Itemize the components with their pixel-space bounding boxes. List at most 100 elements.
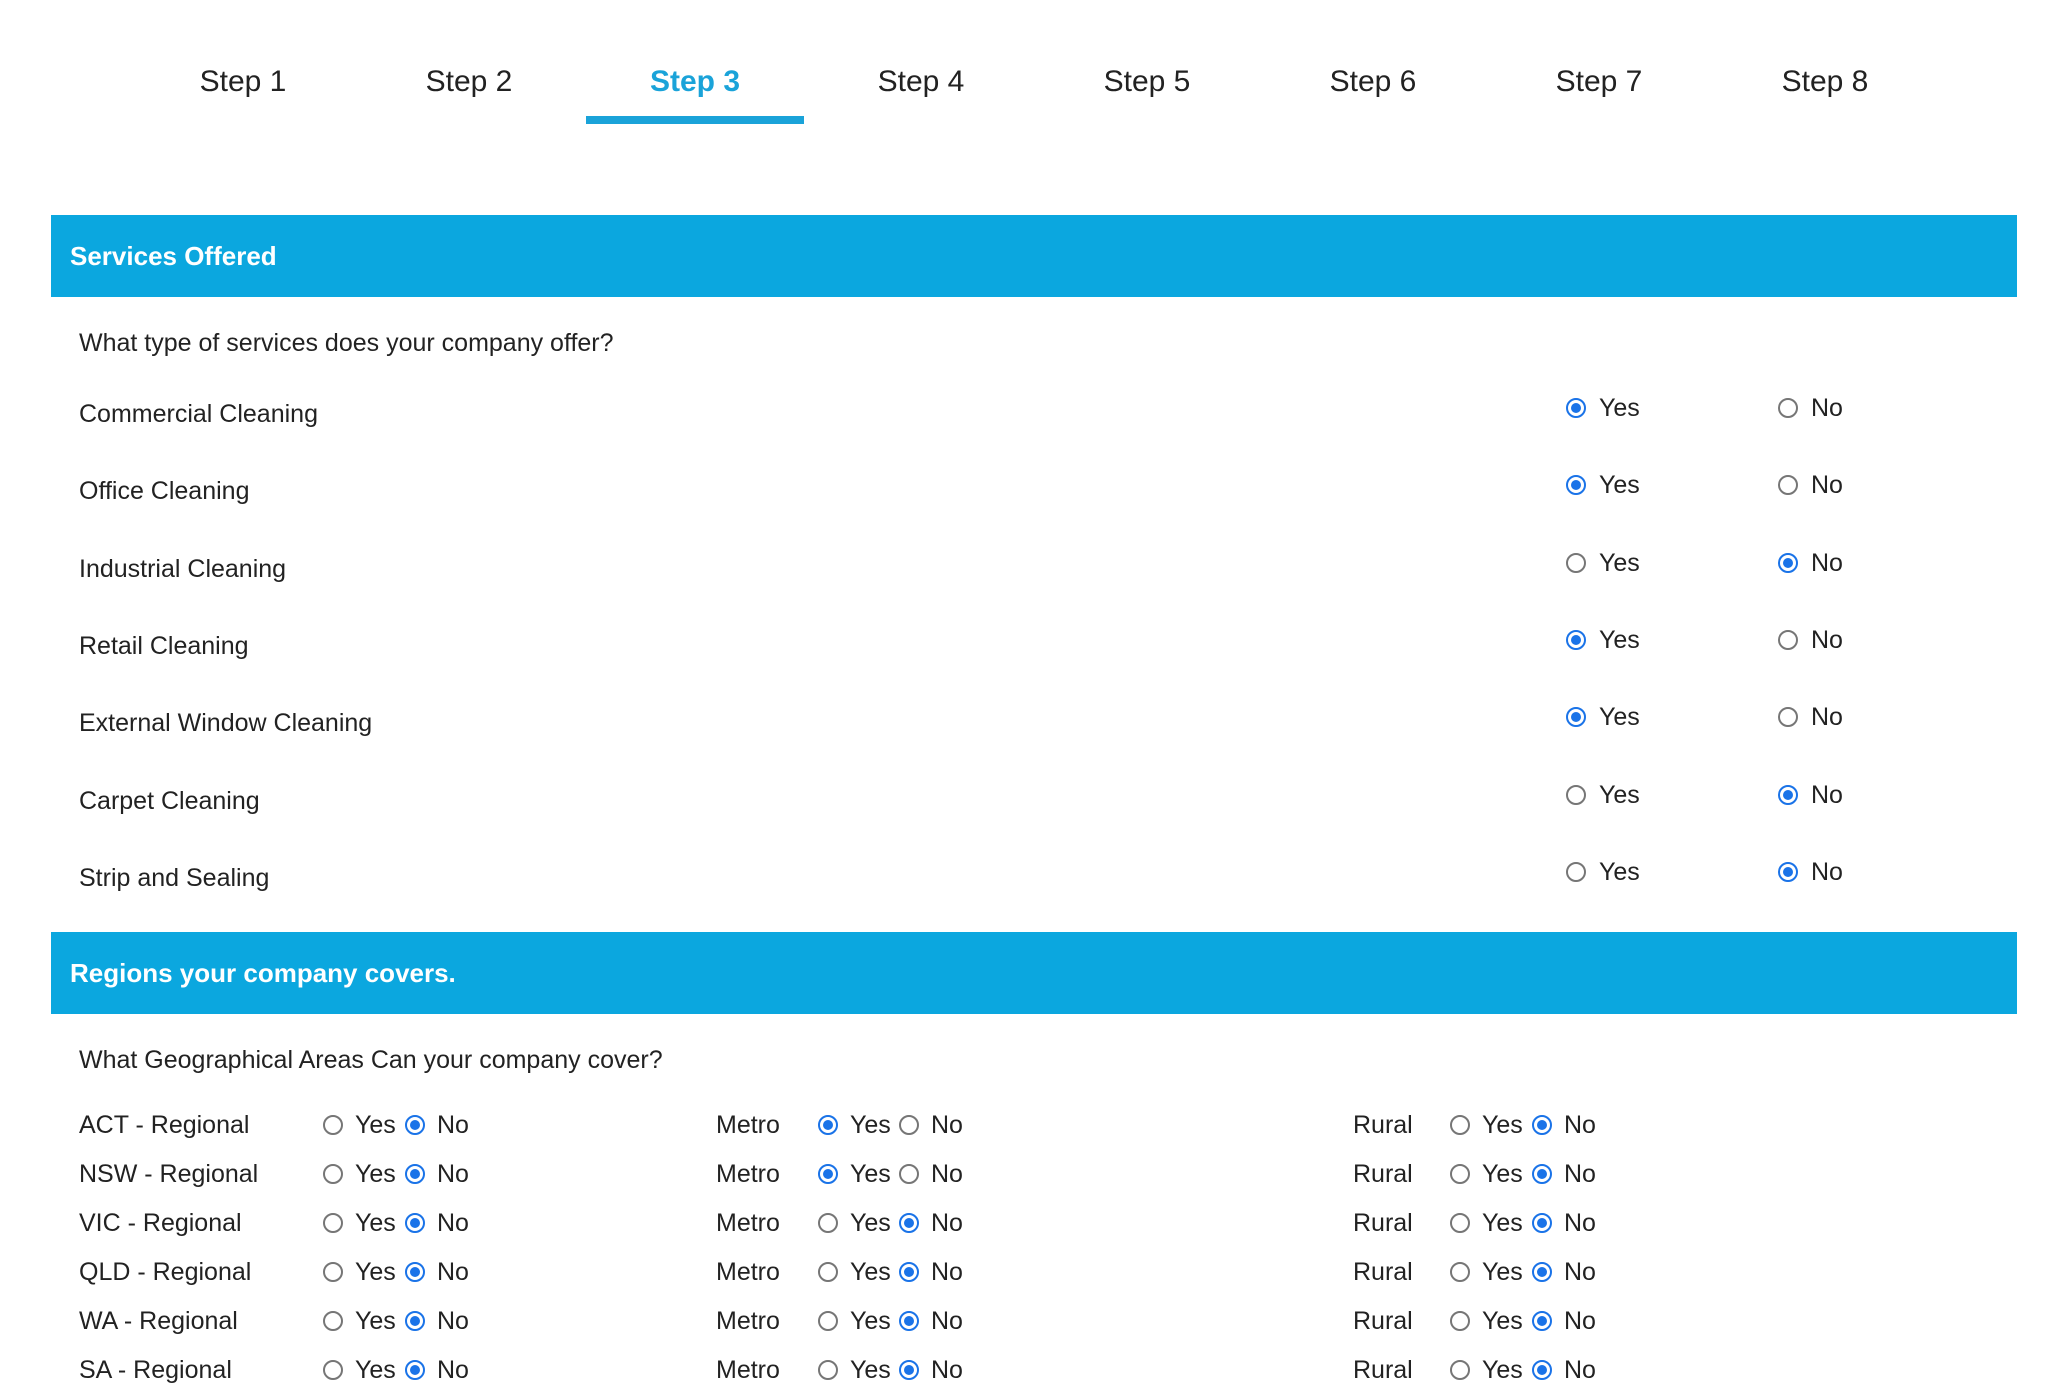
rural-no-option[interactable]: No bbox=[1532, 1110, 1596, 1140]
metro-yes-option[interactable]: Yes bbox=[818, 1306, 891, 1336]
metro-yes-option[interactable]: Yes bbox=[818, 1208, 891, 1238]
regional-yes-option[interactable]: Yes bbox=[323, 1355, 396, 1385]
rural-no-radio[interactable] bbox=[1532, 1164, 1552, 1184]
service-no-radio[interactable] bbox=[1778, 475, 1798, 495]
metro-no-radio[interactable] bbox=[899, 1164, 919, 1184]
rural-no-radio[interactable] bbox=[1532, 1115, 1552, 1135]
service-yes-option[interactable]: Yes bbox=[1566, 470, 1640, 500]
service-no-radio[interactable] bbox=[1778, 707, 1798, 727]
rural-yes-radio[interactable] bbox=[1450, 1164, 1470, 1184]
regional-no-radio[interactable] bbox=[405, 1213, 425, 1233]
tab-step-7[interactable]: Step 7 bbox=[1490, 52, 1708, 124]
rural-yes-radio[interactable] bbox=[1450, 1115, 1470, 1135]
rural-yes-option[interactable]: Yes bbox=[1450, 1257, 1523, 1287]
metro-yes-option[interactable]: Yes bbox=[818, 1355, 891, 1385]
metro-yes-radio[interactable] bbox=[818, 1115, 838, 1135]
regional-no-option[interactable]: No bbox=[405, 1257, 469, 1287]
regional-no-radio[interactable] bbox=[405, 1164, 425, 1184]
rural-no-radio[interactable] bbox=[1532, 1311, 1552, 1331]
metro-yes-radio[interactable] bbox=[818, 1213, 838, 1233]
regional-no-option[interactable]: No bbox=[405, 1110, 469, 1140]
metro-no-option[interactable]: No bbox=[899, 1355, 963, 1385]
tab-step-6[interactable]: Step 6 bbox=[1264, 52, 1482, 124]
tab-step-5[interactable]: Step 5 bbox=[1038, 52, 1256, 124]
metro-yes-option[interactable]: Yes bbox=[818, 1257, 891, 1287]
service-yes-option[interactable]: Yes bbox=[1566, 393, 1640, 423]
regional-no-radio[interactable] bbox=[405, 1360, 425, 1380]
rural-no-radio[interactable] bbox=[1532, 1262, 1552, 1282]
metro-yes-radio[interactable] bbox=[818, 1164, 838, 1184]
rural-no-radio[interactable] bbox=[1532, 1213, 1552, 1233]
service-no-option[interactable]: No bbox=[1778, 625, 1843, 655]
service-no-option[interactable]: No bbox=[1778, 702, 1843, 732]
regional-yes-option[interactable]: Yes bbox=[323, 1159, 396, 1189]
service-yes-option[interactable]: Yes bbox=[1566, 548, 1640, 578]
regional-yes-radio[interactable] bbox=[323, 1213, 343, 1233]
regional-no-radio[interactable] bbox=[405, 1311, 425, 1331]
service-yes-radio[interactable] bbox=[1566, 475, 1586, 495]
service-no-option[interactable]: No bbox=[1778, 780, 1843, 810]
metro-no-option[interactable]: No bbox=[899, 1208, 963, 1238]
rural-yes-radio[interactable] bbox=[1450, 1311, 1470, 1331]
service-yes-option[interactable]: Yes bbox=[1566, 780, 1640, 810]
service-yes-radio[interactable] bbox=[1566, 862, 1586, 882]
rural-no-option[interactable]: No bbox=[1532, 1306, 1596, 1336]
service-yes-radio[interactable] bbox=[1566, 553, 1586, 573]
rural-yes-option[interactable]: Yes bbox=[1450, 1208, 1523, 1238]
rural-yes-option[interactable]: Yes bbox=[1450, 1110, 1523, 1140]
regional-no-option[interactable]: No bbox=[405, 1306, 469, 1336]
regional-no-option[interactable]: No bbox=[405, 1355, 469, 1385]
service-yes-radio[interactable] bbox=[1566, 785, 1586, 805]
metro-yes-option[interactable]: Yes bbox=[818, 1110, 891, 1140]
metro-yes-option[interactable]: Yes bbox=[818, 1159, 891, 1189]
regional-yes-option[interactable]: Yes bbox=[323, 1110, 396, 1140]
service-no-option[interactable]: No bbox=[1778, 548, 1843, 578]
service-no-radio[interactable] bbox=[1778, 553, 1798, 573]
metro-no-radio[interactable] bbox=[899, 1115, 919, 1135]
regional-yes-radio[interactable] bbox=[323, 1164, 343, 1184]
regional-yes-radio[interactable] bbox=[323, 1262, 343, 1282]
rural-yes-radio[interactable] bbox=[1450, 1262, 1470, 1282]
service-yes-radio[interactable] bbox=[1566, 707, 1586, 727]
regional-no-option[interactable]: No bbox=[405, 1208, 469, 1238]
rural-no-option[interactable]: No bbox=[1532, 1208, 1596, 1238]
rural-yes-option[interactable]: Yes bbox=[1450, 1159, 1523, 1189]
service-no-option[interactable]: No bbox=[1778, 470, 1843, 500]
rural-no-radio[interactable] bbox=[1532, 1360, 1552, 1380]
regional-no-radio[interactable] bbox=[405, 1115, 425, 1135]
regional-no-option[interactable]: No bbox=[405, 1159, 469, 1189]
rural-yes-option[interactable]: Yes bbox=[1450, 1306, 1523, 1336]
service-yes-option[interactable]: Yes bbox=[1566, 625, 1640, 655]
metro-no-radio[interactable] bbox=[899, 1360, 919, 1380]
metro-yes-radio[interactable] bbox=[818, 1311, 838, 1331]
regional-yes-radio[interactable] bbox=[323, 1311, 343, 1331]
tab-step-1[interactable]: Step 1 bbox=[134, 52, 352, 124]
metro-no-option[interactable]: No bbox=[899, 1257, 963, 1287]
regional-yes-option[interactable]: Yes bbox=[323, 1208, 396, 1238]
rural-yes-radio[interactable] bbox=[1450, 1360, 1470, 1380]
regional-yes-option[interactable]: Yes bbox=[323, 1306, 396, 1336]
service-no-radio[interactable] bbox=[1778, 785, 1798, 805]
service-no-radio[interactable] bbox=[1778, 862, 1798, 882]
tab-step-3[interactable]: Step 3 bbox=[586, 52, 804, 124]
rural-no-option[interactable]: No bbox=[1532, 1355, 1596, 1385]
metro-yes-radio[interactable] bbox=[818, 1262, 838, 1282]
service-no-radio[interactable] bbox=[1778, 398, 1798, 418]
metro-yes-radio[interactable] bbox=[818, 1360, 838, 1380]
service-yes-option[interactable]: Yes bbox=[1566, 702, 1640, 732]
service-no-option[interactable]: No bbox=[1778, 393, 1843, 423]
regional-no-radio[interactable] bbox=[405, 1262, 425, 1282]
service-yes-option[interactable]: Yes bbox=[1566, 857, 1640, 887]
rural-yes-option[interactable]: Yes bbox=[1450, 1355, 1523, 1385]
regional-yes-option[interactable]: Yes bbox=[323, 1257, 396, 1287]
service-yes-radio[interactable] bbox=[1566, 630, 1586, 650]
metro-no-radio[interactable] bbox=[899, 1262, 919, 1282]
regional-yes-radio[interactable] bbox=[323, 1115, 343, 1135]
rural-no-option[interactable]: No bbox=[1532, 1257, 1596, 1287]
regional-yes-radio[interactable] bbox=[323, 1360, 343, 1380]
service-no-radio[interactable] bbox=[1778, 630, 1798, 650]
tab-step-2[interactable]: Step 2 bbox=[360, 52, 578, 124]
rural-no-option[interactable]: No bbox=[1532, 1159, 1596, 1189]
service-no-option[interactable]: No bbox=[1778, 857, 1843, 887]
metro-no-radio[interactable] bbox=[899, 1213, 919, 1233]
